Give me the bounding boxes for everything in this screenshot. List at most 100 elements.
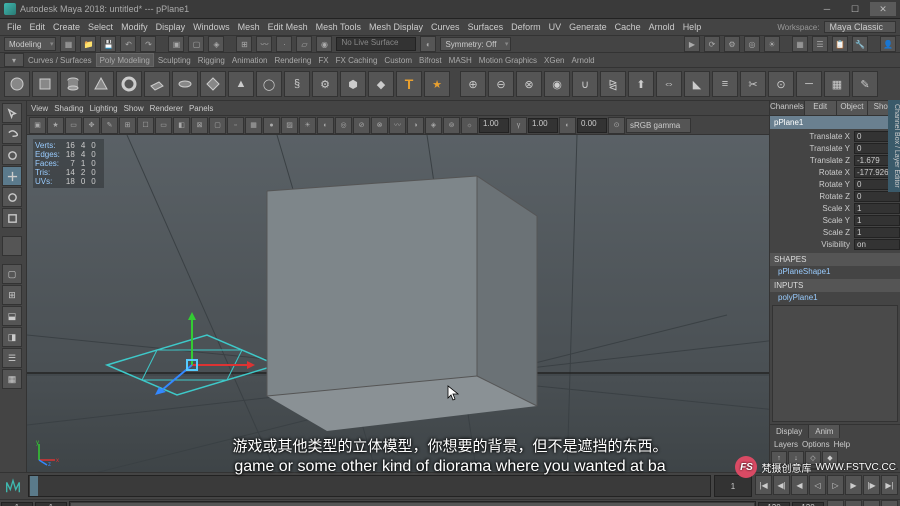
step-back-key-icon[interactable]: ◀|	[773, 475, 790, 495]
attr-label[interactable]: Translate Z	[770, 156, 854, 165]
shelf-combine-icon[interactable]: ⊕	[460, 71, 486, 97]
two-pane-v-icon[interactable]: ◨	[2, 327, 22, 347]
ipr-icon[interactable]: ⟳	[704, 36, 720, 52]
attr-label[interactable]: Rotate Z	[770, 192, 854, 201]
module-dropdown[interactable]: Modeling	[4, 37, 56, 51]
shelf-insertloop-icon[interactable]: ≡	[712, 71, 738, 97]
shelf-cone-icon[interactable]	[88, 71, 114, 97]
shelf-pyramid-icon[interactable]: ▲	[228, 71, 254, 97]
prefs-icon[interactable]: ⚙	[863, 500, 880, 506]
step-back-icon[interactable]: ◀	[791, 475, 808, 495]
far-clip-field[interactable]: 1.00	[528, 118, 558, 133]
shelf-torus-icon[interactable]	[116, 71, 142, 97]
symmetry-dropdown[interactable]: Symmetry: Off	[440, 37, 511, 51]
contrast-icon[interactable]: ◐	[559, 117, 576, 134]
shelf-target-weld-icon[interactable]: ⊙	[768, 71, 794, 97]
range-start-field[interactable]: 1	[35, 502, 67, 506]
film-gate-icon[interactable]: ☐	[137, 117, 154, 134]
shelf-tab-fxcaching[interactable]: FX Caching	[333, 54, 381, 66]
layer-tab-display[interactable]: Display	[770, 425, 809, 438]
cb-tab-edit[interactable]: Edit	[805, 101, 837, 115]
menu-deform[interactable]: Deform	[508, 22, 544, 32]
menu-windows[interactable]: Windows	[190, 22, 233, 32]
bookmark-icon[interactable]: ★	[47, 117, 64, 134]
attribute-editor-tab[interactable]: Channel Box / Layer Editor	[888, 100, 900, 192]
go-end-icon[interactable]: ▶|	[881, 475, 898, 495]
select-hierarchy-icon[interactable]: ▣	[168, 36, 184, 52]
paint-select-tool-icon[interactable]	[2, 145, 22, 165]
open-scene-icon[interactable]: 📁	[80, 36, 96, 52]
char-set-icon[interactable]: ✮	[881, 500, 898, 506]
attr-label[interactable]: Scale Z	[770, 228, 854, 237]
snap-curve-icon[interactable]: 〰	[256, 36, 272, 52]
xray-joints-icon[interactable]: ⊗	[371, 117, 388, 134]
attr-label[interactable]: Rotate X	[770, 168, 854, 177]
shelf-tab-arnold[interactable]: Arnold	[569, 54, 598, 66]
shelf-tab-curves[interactable]: Curves / Surfaces	[25, 54, 95, 66]
attribute-editor-toggle-icon[interactable]: 📋	[832, 36, 848, 52]
shelf-smooth-icon[interactable]: ◉	[544, 71, 570, 97]
attr-value[interactable]: 1	[854, 203, 900, 214]
panel-menu-shading[interactable]: Shading	[54, 104, 83, 113]
field-chart-icon[interactable]: ⊠	[191, 117, 208, 134]
viewport[interactable]: Verts:1640 Edges:1840 Faces:710 Tris:142…	[27, 135, 769, 472]
panel-menu-renderer[interactable]: Renderer	[150, 104, 183, 113]
snap-live-icon[interactable]: ◉	[316, 36, 332, 52]
snap-plane-icon[interactable]: ▱	[296, 36, 312, 52]
redo-icon[interactable]: ↷	[140, 36, 156, 52]
shelf-cube-icon[interactable]	[32, 71, 58, 97]
menu-editmesh[interactable]: Edit Mesh	[265, 22, 311, 32]
attr-label[interactable]: Visibility	[770, 240, 854, 249]
menu-uv[interactable]: UV	[546, 22, 565, 32]
persp-layout-icon[interactable]: ▦	[2, 369, 22, 389]
shelf-svg-icon[interactable]: ★	[424, 71, 450, 97]
select-object-icon[interactable]: ▢	[188, 36, 204, 52]
cb-object-name[interactable]: pPlane1	[770, 116, 900, 129]
shelf-tab-custom[interactable]: Custom	[381, 54, 415, 66]
menu-help[interactable]: Help	[680, 22, 705, 32]
near-clip-field[interactable]: 1.00	[479, 118, 509, 133]
shelf-soccer-icon[interactable]: ⬢	[340, 71, 366, 97]
shelf-bevel-icon[interactable]: ◣	[684, 71, 710, 97]
menu-curves[interactable]: Curves	[428, 22, 463, 32]
tool-settings-toggle-icon[interactable]: 🔧	[852, 36, 868, 52]
channelbox-toggle-icon[interactable]: ☰	[812, 36, 828, 52]
anim-end-field[interactable]: 120	[792, 502, 824, 506]
attr-label[interactable]: Translate Y	[770, 144, 854, 153]
shelf-sphere-icon[interactable]	[4, 71, 30, 97]
shelf-tab-polymodeling[interactable]: Poly Modeling	[96, 53, 154, 67]
menu-generate[interactable]: Generate	[566, 22, 610, 32]
panel-layout-icon[interactable]: ▦	[792, 36, 808, 52]
single-pane-icon[interactable]: ▢	[2, 264, 22, 284]
render-icon[interactable]: ▶	[684, 36, 700, 52]
step-fwd-key-icon[interactable]: |▶	[863, 475, 880, 495]
play-fwd-icon[interactable]: ▷	[827, 475, 844, 495]
select-tool-icon[interactable]	[2, 103, 22, 123]
shelf-gear-icon[interactable]: ⚙	[312, 71, 338, 97]
cb-tab-object[interactable]: Object	[837, 101, 869, 115]
shelf-tab-xgen[interactable]: XGen	[541, 54, 567, 66]
xray-icon[interactable]: ⊘	[353, 117, 370, 134]
camera-select-icon[interactable]: ▣	[29, 117, 46, 134]
shelf-extract-icon[interactable]: ⊗	[516, 71, 542, 97]
loop-icon[interactable]: ↻	[827, 500, 844, 506]
safe-action-icon[interactable]: ▢	[209, 117, 226, 134]
shelf-pipe-icon[interactable]: ◯	[256, 71, 282, 97]
minimize-button[interactable]: ─	[814, 2, 840, 16]
shelf-tab-fx[interactable]: FX	[315, 54, 331, 66]
menu-select[interactable]: Select	[85, 22, 116, 32]
range-end-field[interactable]: 120	[758, 502, 790, 506]
resolution-gate-icon[interactable]: ▭	[155, 117, 172, 134]
select-component-icon[interactable]: ◈	[208, 36, 224, 52]
shelf-separate-icon[interactable]: ⊖	[488, 71, 514, 97]
menu-arnold[interactable]: Arnold	[646, 22, 678, 32]
cb-input-node[interactable]: polyPlane1	[770, 292, 900, 303]
attr-label[interactable]: Rotate Y	[770, 180, 854, 189]
attr-label[interactable]: Scale Y	[770, 216, 854, 225]
shelf-tab-motiongraphics[interactable]: Motion Graphics	[476, 54, 540, 66]
menu-meshtools[interactable]: Mesh Tools	[313, 22, 364, 32]
attr-label[interactable]: Translate X	[770, 132, 854, 141]
dof-icon[interactable]: ⊚	[443, 117, 460, 134]
last-tool-icon[interactable]	[2, 236, 22, 256]
layer-tab-anim[interactable]: Anim	[809, 425, 840, 438]
